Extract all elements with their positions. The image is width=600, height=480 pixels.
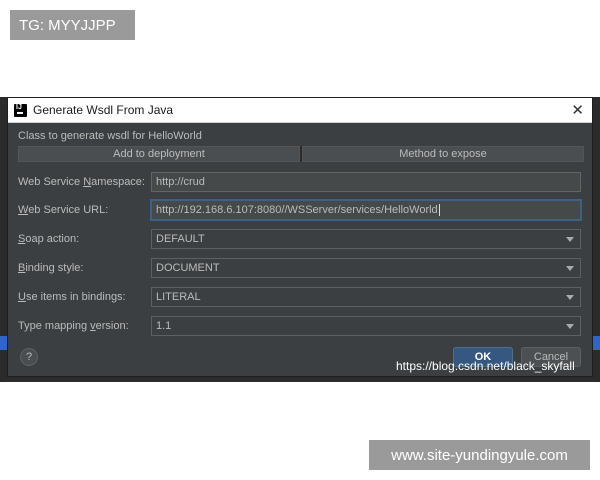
- type-mapping-label: Type mapping version:: [18, 320, 129, 332]
- text-caret: [438, 204, 440, 216]
- dialog-subtitle: Class to generate wsdl for HelloWorld: [18, 130, 202, 142]
- chevron-down-icon[interactable]: [566, 237, 574, 242]
- dialog-title: Generate Wsdl From Java: [33, 103, 174, 117]
- type-mapping-select[interactable]: 1.1: [151, 316, 581, 336]
- binding-style-label: Binding style:: [18, 262, 84, 274]
- dialog-titlebar[interactable]: Generate Wsdl From Java ✕: [8, 98, 592, 123]
- use-items-select[interactable]: LITERAL: [151, 287, 581, 307]
- help-button[interactable]: ?: [20, 348, 38, 366]
- binding-style-select[interactable]: DOCUMENT: [151, 258, 581, 278]
- chevron-down-icon[interactable]: [566, 324, 574, 329]
- soap-action-row: Soap action: DEFAULT: [18, 229, 584, 251]
- site-badge: www.site-yundingyule.com: [369, 440, 590, 470]
- chevron-down-icon[interactable]: [566, 266, 574, 271]
- generate-wsdl-dialog: Generate Wsdl From Java ✕ Class to gener…: [7, 97, 593, 377]
- url-row: Web Service URL: http://192.168.6.107:80…: [18, 200, 584, 222]
- soap-action-label: Soap action:: [18, 233, 80, 245]
- csdn-watermark: https://blog.csdn.net/black_skyfall: [396, 359, 575, 373]
- use-items-label: Use items in bindings:: [18, 291, 126, 303]
- url-input[interactable]: http://192.168.6.107:8080//WSServer/serv…: [151, 200, 581, 220]
- type-mapping-row: Type mapping version: 1.1: [18, 316, 584, 338]
- namespace-label: Web Service Namespace:: [18, 176, 145, 188]
- namespace-row: Web Service Namespace: http://crud: [18, 172, 584, 194]
- ide-selection-strip-right: [592, 336, 600, 350]
- use-items-row: Use items in bindings: LITERAL: [18, 287, 584, 309]
- intellij-app-icon: [14, 103, 27, 117]
- tg-badge: TG: MYYJJPP: [10, 10, 135, 40]
- tab-add-to-deployment[interactable]: Add to deployment: [18, 146, 300, 162]
- tab-method-to-expose[interactable]: Method to expose: [302, 146, 584, 162]
- tab-strip: Add to deployment Method to expose: [18, 146, 584, 162]
- url-label: Web Service URL:: [18, 204, 109, 216]
- close-icon[interactable]: ✕: [571, 101, 584, 119]
- soap-action-select[interactable]: DEFAULT: [151, 229, 581, 249]
- chevron-down-icon[interactable]: [566, 295, 574, 300]
- binding-style-row: Binding style: DOCUMENT: [18, 258, 584, 280]
- namespace-input[interactable]: http://crud: [151, 172, 581, 192]
